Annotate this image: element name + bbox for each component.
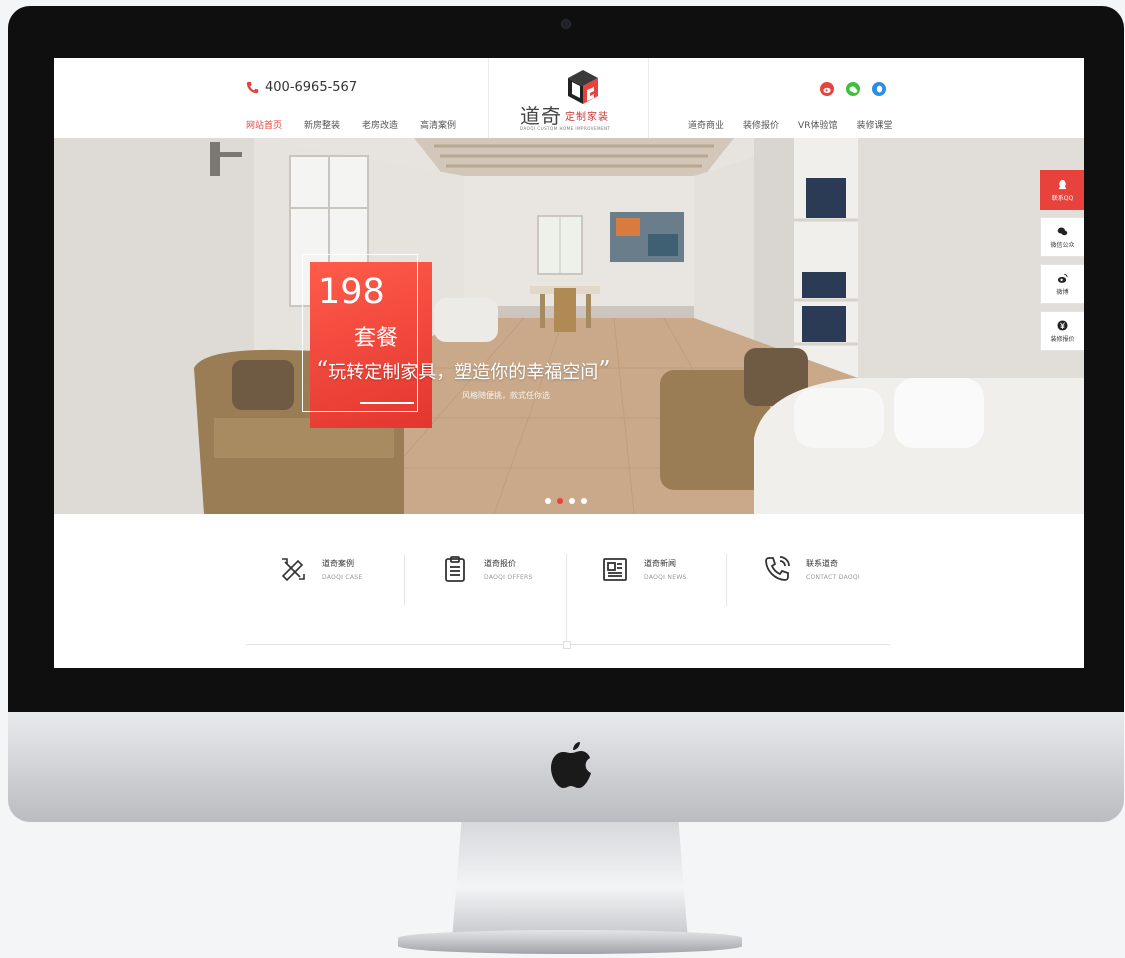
carousel-dot-active[interactable] (557, 498, 563, 504)
qq-icon (1058, 179, 1067, 189)
side-item-quote[interactable]: 装修报价 (1040, 311, 1084, 351)
feature-offers[interactable]: 道奇报价 DAOQI OFFERS (440, 554, 533, 584)
feature-title: 道奇案例 (322, 558, 354, 568)
hero-banner[interactable]: 198 套餐 “玩转定制家具，塑造你的幸福空间” 风格随便挑，款式任你选 (54, 138, 1084, 514)
side-item-label: 微信公众 (1050, 241, 1075, 249)
nav-item-classroom[interactable]: 装修课堂 (856, 118, 892, 131)
hero-slogan-sub: 风格随便挑，款式任你选 (462, 391, 550, 400)
feature-subtitle: DAOQI CASE (322, 573, 363, 581)
hero-room-image (54, 138, 1084, 514)
hero-slogan: “玩转定制家具，塑造你的幸福空间” (316, 356, 611, 384)
side-item-wechat[interactable]: 微信公众 (1040, 217, 1084, 257)
carousel-dot[interactable] (545, 498, 551, 504)
promo-label: 套餐 (354, 326, 399, 351)
feature-divider-center (566, 554, 567, 644)
carousel-dot[interactable] (581, 498, 587, 504)
side-item-label: 装修报价 (1050, 335, 1075, 343)
feature-divider (726, 554, 727, 606)
side-item-label: 联系QQ (1051, 194, 1074, 202)
phone-icon (246, 81, 259, 94)
social-links (820, 82, 886, 96)
nav-left: 网站首页 新房整装 老房改造 高清案例 (246, 118, 456, 131)
weibo-icon (1057, 273, 1068, 283)
nav-item-quote[interactable]: 装修报价 (743, 118, 779, 131)
wechat-icon (1057, 227, 1068, 235)
nav-item-renovation[interactable]: 老房改造 (362, 118, 398, 131)
logo-english-text: DAOQI CUSTOM HOME IMPROVEMENT (520, 126, 611, 131)
monitor-stand-base (398, 930, 742, 954)
feature-subtitle: DAOQI OFFERS (484, 573, 533, 581)
feature-cases[interactable]: 道奇案例 DAOQI CASE (278, 554, 363, 584)
nav-item-vr[interactable]: VR体验馆 (798, 118, 837, 131)
header-divider (488, 58, 489, 138)
weibo-icon[interactable] (820, 82, 834, 96)
close-quote-icon: ” (598, 356, 611, 384)
webcam-dot (562, 20, 570, 28)
price-icon (1057, 319, 1068, 331)
carousel-dots (545, 498, 587, 504)
open-quote-icon: “ (316, 356, 329, 384)
site-logo[interactable]: 道奇 定制家装 DAOQI CUSTOM HOME IMPROVEMENT (502, 64, 642, 134)
wechat-icon[interactable] (846, 82, 860, 96)
monitor-stand (452, 822, 688, 940)
qq-icon[interactable] (872, 82, 886, 96)
feature-subtitle: DAOQI NEWS (644, 573, 687, 581)
feature-contact[interactable]: 联系道奇 CONTACT DAOQI (762, 554, 860, 584)
feature-news[interactable]: 道奇新闻 DAOQI NEWS (600, 554, 687, 584)
promo-underline (360, 402, 414, 404)
website-screen: 400-6965-567 网站首页 新房整装 老房改造 高清案例 道奇 定制家装… (54, 58, 1084, 668)
side-item-label: 微博 (1056, 288, 1069, 296)
promo-number: 198 (318, 272, 385, 312)
hotline-number: 400-6965-567 (265, 80, 358, 95)
hero-slogan-text: 玩转定制家具，塑造你的幸福空间 (328, 362, 599, 383)
carousel-dot[interactable] (569, 498, 575, 504)
logo-cube-icon (568, 70, 598, 104)
feature-baseline-knob (563, 641, 571, 649)
nav-item-cases[interactable]: 高清案例 (420, 118, 456, 131)
phone-icon (765, 556, 790, 581)
feature-title: 道奇报价 (484, 558, 516, 568)
nav-item-commercial[interactable]: 道奇商业 (688, 118, 724, 131)
clipboard-icon (445, 556, 465, 582)
feature-divider (404, 554, 405, 606)
side-item-weibo[interactable]: 微博 (1040, 264, 1084, 304)
nav-item-home[interactable]: 网站首页 (246, 118, 282, 131)
logo-main-text: 道奇 (520, 104, 562, 128)
header-divider (648, 58, 649, 138)
news-icon (603, 558, 627, 581)
feature-title: 道奇新闻 (644, 558, 676, 568)
side-item-qq[interactable]: 联系QQ (1040, 170, 1084, 210)
logo-sub-text: 定制家装 (565, 112, 609, 123)
feature-title: 联系道奇 (806, 558, 838, 568)
nav-item-new-house[interactable]: 新房整装 (304, 118, 340, 131)
feature-bar: 道奇案例 DAOQI CASE 道奇报价 DAOQI OFFERS 道奇新闻 D… (54, 514, 1084, 668)
nav-right: 道奇商业 装修报价 VR体验馆 装修课堂 (688, 118, 892, 131)
tools-icon (281, 558, 305, 582)
side-toolbar: 联系QQ 微信公众 微博 装修报价 (1040, 170, 1084, 358)
apple-logo-icon (551, 742, 591, 788)
feature-subtitle: CONTACT DAOQI (806, 573, 860, 581)
site-header: 400-6965-567 网站首页 新房整装 老房改造 高清案例 道奇 定制家装… (54, 58, 1084, 138)
hotline[interactable]: 400-6965-567 (246, 80, 357, 95)
